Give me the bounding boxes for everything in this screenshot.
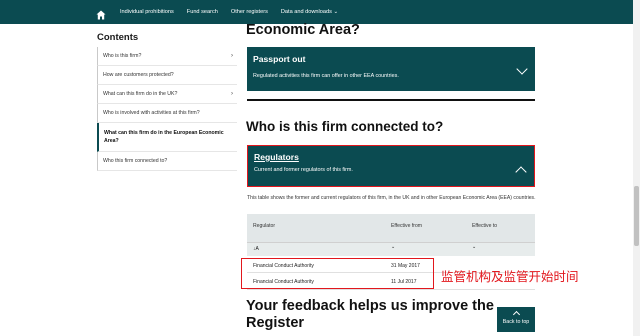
scrollbar-thumb[interactable] <box>634 186 639 246</box>
contents-title: Contents <box>97 32 139 43</box>
feedback-heading-line1: Your feedback helps us improve the <box>246 298 494 314</box>
back-to-top-button[interactable]: Back to top <box>497 307 535 332</box>
annotation-highlight-box <box>241 258 434 289</box>
nav-data-and-downloads-label: Data and downloads <box>280 9 332 15</box>
table-filter-row: ↓A ⌄ ⌄ <box>247 242 535 256</box>
passport-out-panel[interactable]: Passport out Regulated activities this f… <box>247 47 535 91</box>
nav-individual-prohibitions[interactable]: Individual prohibitions <box>120 9 174 15</box>
column-header-effective-to[interactable]: Effective to <box>472 223 497 229</box>
column-header-regulator[interactable]: Regulator <box>253 223 275 229</box>
toc-item-label: How are customers protected? <box>103 72 174 78</box>
regulators-title: Regulators <box>254 152 299 162</box>
feedback-heading-line2: Register <box>246 315 305 331</box>
section-heading-connected: Who is this firm connected to? <box>246 119 444 134</box>
passport-out-title: Passport out <box>253 54 306 64</box>
nav-other-registers[interactable]: Other registers <box>231 9 268 15</box>
home-icon[interactable] <box>96 7 106 20</box>
toc-item-what-can-firm-do-uk[interactable]: What can this firm do in the UK? › <box>97 85 237 104</box>
section-divider <box>247 99 535 101</box>
toc-item-who-is-involved[interactable]: Who is involved with activities at this … <box>97 104 237 123</box>
chevron-right-icon: › <box>231 91 233 97</box>
chevron-up-icon <box>512 310 520 319</box>
main-content: Economic Area? <box>246 22 536 38</box>
regulators-subtitle: Current and former regulators of this fi… <box>254 167 353 173</box>
toc-item-customers-protected[interactable]: How are customers protected? <box>97 66 237 85</box>
toc-item-label: Who is this firm? <box>103 53 142 59</box>
toc-item-who-is-this-firm[interactable]: Who is this firm? › <box>97 47 237 66</box>
toc-item-label: Who is involved with activities at this … <box>103 110 200 116</box>
toc-item-label: What can this firm do in the UK? <box>103 91 178 97</box>
section-heading-eea: Economic Area? <box>246 22 360 38</box>
back-to-top-label: Back to top <box>502 319 530 325</box>
top-navigation-bar: Individual prohibitions Fund search Othe… <box>0 0 640 24</box>
chevron-down-icon: ⌄ <box>333 9 339 15</box>
toc-item-label: What can this firm do in the European Ec… <box>104 130 224 144</box>
toc-item-label: Who this firm connected to? <box>103 158 168 164</box>
contents-sidebar: Contents Who is this firm? › How are cus… <box>97 32 237 171</box>
regulators-panel[interactable]: Regulators Current and former regulators… <box>247 145 535 187</box>
column-header-effective-from[interactable]: Effective from <box>391 223 422 229</box>
regulators-description: This table shows the former and current … <box>247 195 536 201</box>
chevron-right-icon: › <box>231 53 233 59</box>
toc-item-connected[interactable]: Who this firm connected to? <box>97 152 237 171</box>
table-header-row: Regulator Effective from Effective to <box>247 214 535 242</box>
annotation-note: 监管机构及监管开始时间 <box>441 270 579 284</box>
nav-data-and-downloads[interactable]: Data and downloads ⌄ <box>281 9 338 15</box>
chevron-down-icon[interactable]: ⌄ <box>391 244 395 250</box>
page-scrollbar[interactable] <box>633 0 640 336</box>
chevron-down-icon[interactable]: ⌄ <box>472 244 476 250</box>
feedback-heading: Your feedback helps us improve the Regis… <box>246 298 494 332</box>
toc-item-eea[interactable]: What can this firm do in the European Ec… <box>97 123 237 152</box>
sort-filter-control[interactable]: ↓A <box>253 246 259 252</box>
passport-out-subtitle: Regulated activities this firm can offer… <box>253 73 399 79</box>
nav-fund-search[interactable]: Fund search <box>187 9 218 15</box>
